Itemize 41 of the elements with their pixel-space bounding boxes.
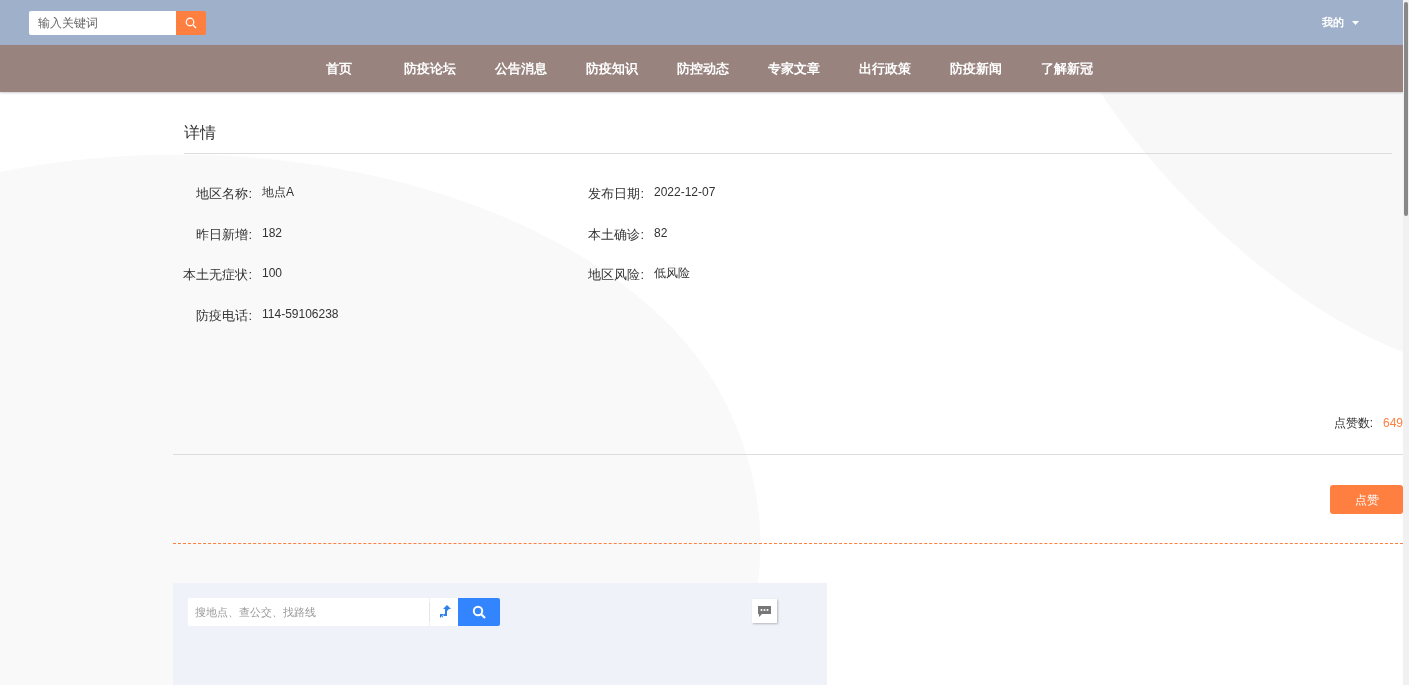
map[interactable]: 搜地点、查公交、找路线 [173, 583, 827, 685]
field-value: 82 [654, 224, 668, 242]
search-icon [185, 16, 197, 29]
likes-count: 649 [1382, 415, 1403, 432]
field-label: 地区名称: [195, 185, 252, 203]
likes-label: 点赞数: [1333, 415, 1373, 432]
message-button[interactable] [752, 599, 777, 623]
route-icon [438, 605, 451, 619]
field-value: 114-59106238 [262, 305, 339, 323]
field-label: 本土无症状: [182, 266, 252, 284]
nav-link[interactable]: 防疫知识 [566, 58, 657, 79]
caret-icon [1352, 20, 1359, 25]
field-value: 182 [262, 224, 283, 242]
field-label: 地区风险: [587, 266, 644, 284]
route-button[interactable] [430, 598, 459, 626]
nav-link[interactable]: 专家文章 [748, 58, 839, 79]
nav-link[interactable]: 防控动态 [657, 58, 748, 79]
field-label: 防疫电话: [195, 306, 252, 325]
nav-link[interactable]: 了解新冠 [1021, 58, 1112, 79]
search-field[interactable]: 输入关键词 [29, 10, 176, 35]
field-value: 2022-12-07 [654, 184, 716, 201]
map-search-field[interactable]: 搜地点、查公交、找路线 [188, 598, 429, 626]
search-button[interactable] [176, 10, 206, 35]
field-label: 本土确诊: [587, 225, 644, 244]
field-value: 地点A [262, 184, 294, 201]
nav-link[interactable]: 出行政策 [839, 58, 930, 79]
search-icon [472, 605, 486, 619]
nav-link[interactable]: 防疫论坛 [384, 58, 475, 79]
section-title: 详情 [184, 123, 217, 143]
field-label: 昨日新增: [195, 225, 252, 244]
nav-link[interactable]: 公告消息 [475, 58, 566, 79]
chat-icon [758, 605, 771, 617]
nav-link[interactable]: 防疫新闻 [930, 58, 1021, 79]
nav-link[interactable]: 首页 [293, 58, 384, 79]
user-menu[interactable]: 我的 [1322, 14, 1359, 31]
field-label: 发布日期: [587, 185, 644, 203]
like-button[interactable]: 点赞 [1330, 485, 1403, 514]
map-search-button[interactable] [458, 598, 500, 626]
field-value: 100 [262, 265, 283, 282]
scrollbar[interactable] [1403, 0, 1409, 685]
field-value: 低风险 [654, 265, 690, 282]
